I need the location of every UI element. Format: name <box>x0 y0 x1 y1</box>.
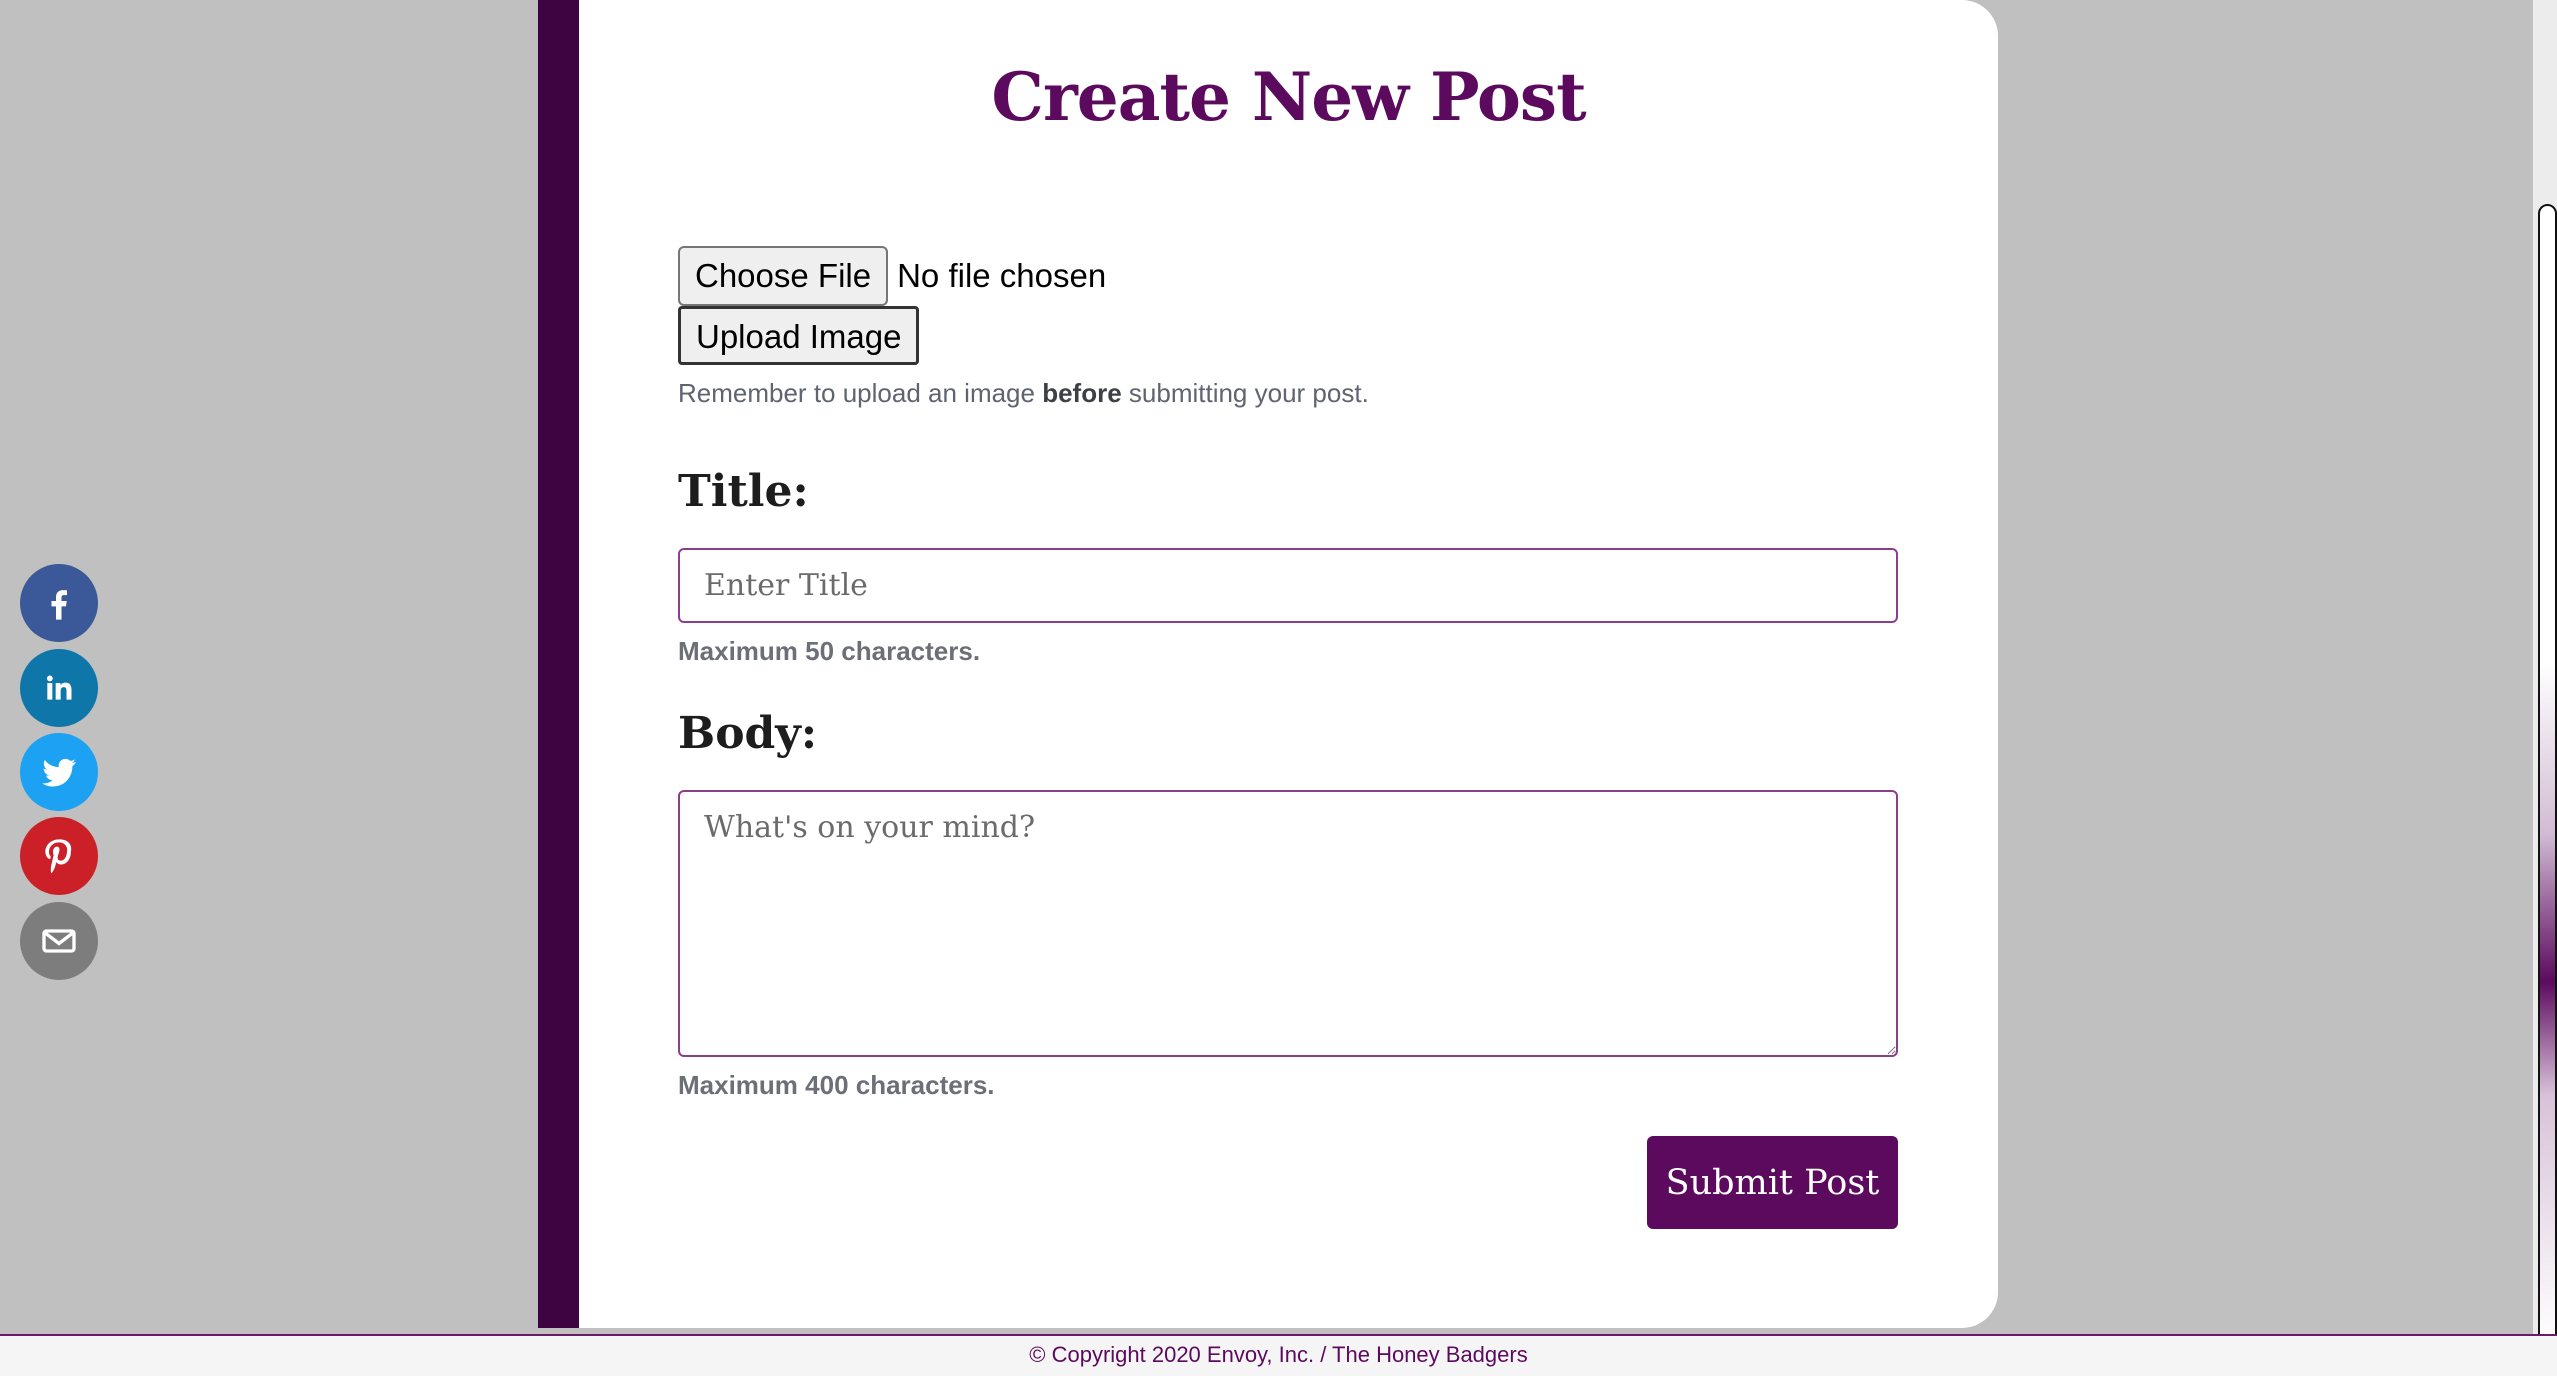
pinterest-share-button[interactable] <box>20 817 98 895</box>
scrollbar-thumb[interactable] <box>2538 204 2557 1348</box>
title-input[interactable] <box>678 548 1898 623</box>
email-icon <box>42 929 76 953</box>
title-limit-note: Maximum 50 characters. <box>678 636 981 666</box>
upload-hint: Remember to upload an image before submi… <box>678 378 1369 409</box>
file-status: No file chosen <box>897 257 1107 294</box>
submit-post-button[interactable]: Submit Post <box>1647 1136 1898 1229</box>
choose-file-button[interactable]: Choose File <box>678 246 889 306</box>
page-title: Create New Post <box>991 58 1586 136</box>
linkedin-icon <box>46 675 72 700</box>
linkedin-share-button[interactable] <box>20 649 98 727</box>
hint-text-after: submitting your post. <box>1121 378 1369 408</box>
body-textarea[interactable] <box>678 790 1898 1057</box>
file-picker: Choose File No file chosen <box>678 246 1106 306</box>
upload-image-button[interactable]: Upload Image <box>678 306 920 365</box>
post-form-card: Create New Post Choose File No file chos… <box>579 0 1998 1328</box>
facebook-share-button[interactable] <box>20 564 98 642</box>
twitter-share-button[interactable] <box>20 733 98 811</box>
body-label: Body: <box>678 708 818 759</box>
page-footer: © Copyright 2020 Envoy, Inc. / The Honey… <box>0 1334 2557 1376</box>
hint-text-bold: before <box>1042 378 1122 408</box>
body-limit-note: Maximum 400 characters. <box>678 1070 995 1100</box>
pinterest-icon <box>45 839 72 874</box>
twitter-icon <box>42 758 76 787</box>
hint-text-before: Remember to upload an image <box>678 378 1043 408</box>
email-share-button[interactable] <box>20 902 98 980</box>
title-label: Title: <box>678 466 809 517</box>
accent-stripe <box>538 0 579 1328</box>
facebook-icon <box>51 590 67 620</box>
